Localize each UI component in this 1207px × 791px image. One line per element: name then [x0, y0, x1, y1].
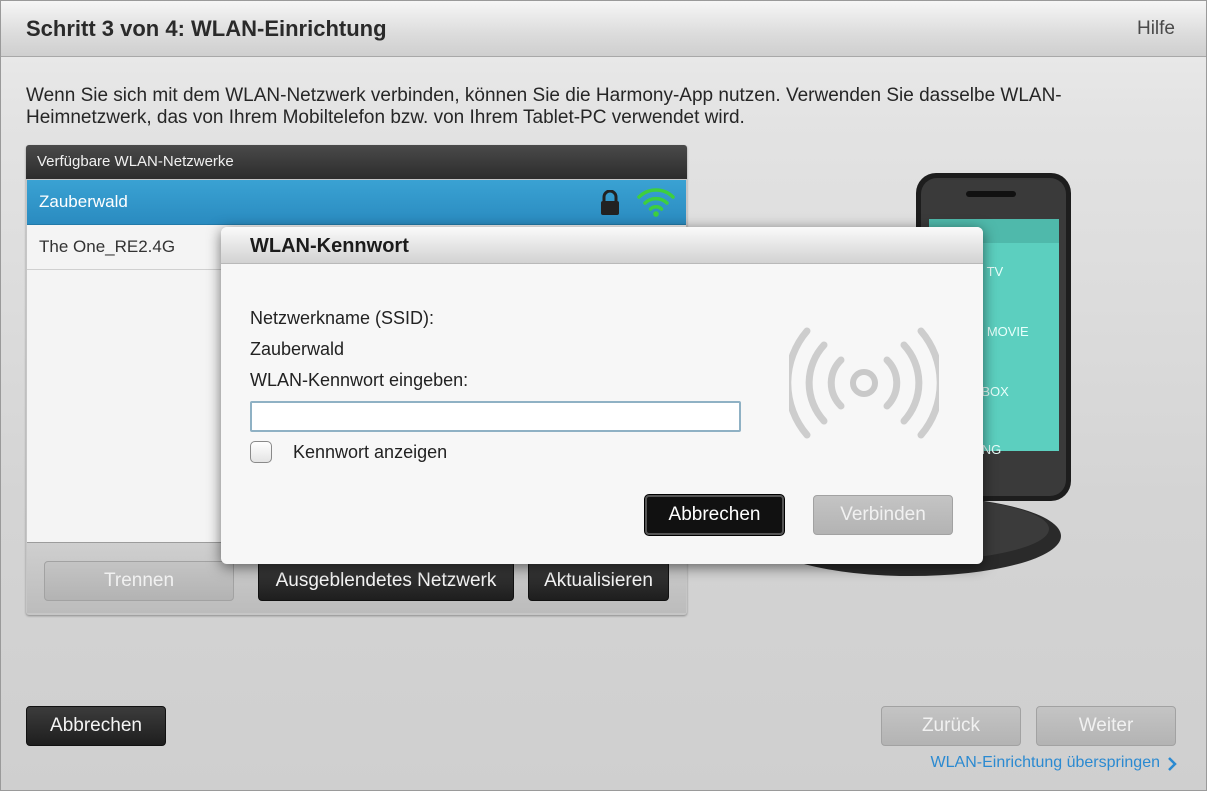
network-name: Zauberwald: [39, 192, 128, 211]
page-title: Schritt 3 von 4: WLAN-Einrichtung: [26, 16, 387, 41]
show-password-checkbox[interactable]: [250, 441, 272, 463]
dialog-title: WLAN-Kennwort: [250, 235, 409, 257]
intro-text: Wenn Sie sich mit dem WLAN-Netzwerk verb…: [26, 85, 1146, 129]
hidden-network-button[interactable]: Ausgeblendetes Netzwerk: [258, 561, 514, 601]
lock-icon: [601, 190, 619, 215]
password-label: WLAN-Kennwort eingeben:: [250, 370, 469, 390]
show-password-label[interactable]: Kennwort anzeigen: [293, 442, 447, 463]
help-link[interactable]: Hilfe: [1137, 18, 1175, 40]
wifi-icon: [637, 188, 675, 217]
ssid-label: Netzwerkname (SSID):: [250, 308, 435, 328]
disconnect-button[interactable]: Trennen: [44, 561, 234, 601]
cancel-button[interactable]: Abbrechen: [26, 706, 166, 746]
dialog-cancel-button[interactable]: Abbrechen: [645, 495, 784, 535]
wifi-password-dialog: WLAN-Kennwort Netzwerkname (SSID): Zaube…: [221, 227, 983, 564]
ssid-value: Zauberwald: [250, 339, 345, 359]
next-button[interactable]: Weiter: [1036, 706, 1176, 746]
skip-wifi-link[interactable]: WLAN-Einrichtung überspringen: [931, 754, 1160, 772]
wireless-signal-icon: [789, 327, 939, 439]
setup-window: Schritt 3 von 4: WLAN-Einrichtung Hilfe …: [0, 0, 1207, 791]
password-input[interactable]: [250, 401, 741, 432]
connect-button[interactable]: Verbinden: [813, 495, 953, 535]
dialog-header: WLAN-Kennwort: [221, 227, 983, 264]
back-button[interactable]: Zurück: [881, 706, 1021, 746]
network-name: The One_RE2.4G: [39, 237, 176, 256]
title-bar: Schritt 3 von 4: WLAN-Einrichtung Hilfe: [1, 1, 1206, 57]
network-panel-header: Verfügbare WLAN-Netzwerke: [26, 145, 687, 179]
intro-line-1: Wenn Sie sich mit dem WLAN-Netzwerk verb…: [26, 85, 1062, 106]
chevron-right-icon[interactable]: [1167, 756, 1177, 772]
intro-line-2: Heimnetzwerk, das von Ihrem Mobiltelefon…: [26, 107, 745, 128]
refresh-button[interactable]: Aktualisieren: [528, 561, 669, 601]
network-item-zauberwald[interactable]: Zauberwald: [27, 180, 686, 225]
